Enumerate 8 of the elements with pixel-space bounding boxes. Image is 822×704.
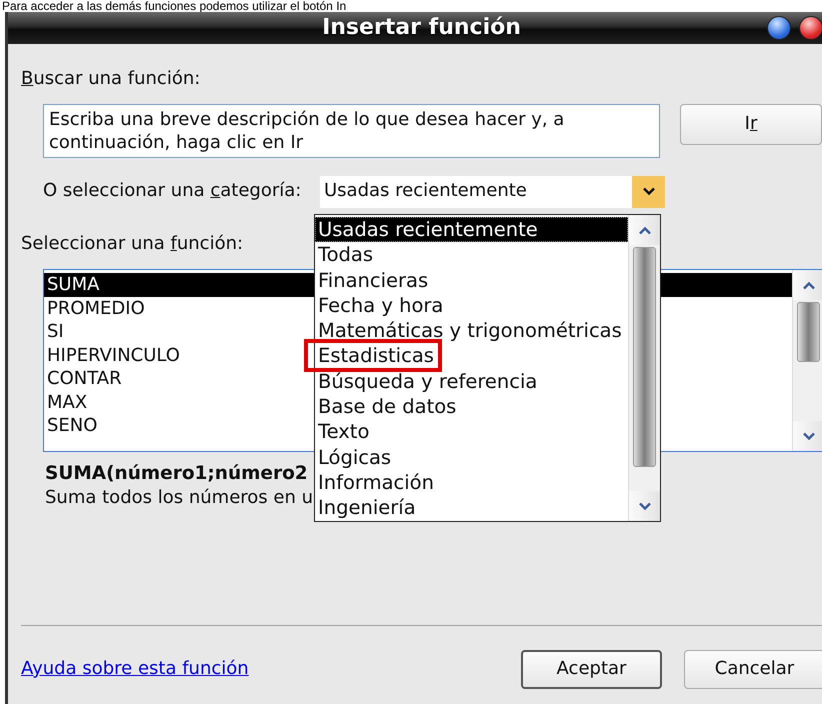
function-signature: SUMA(número1;número2 [45,462,308,486]
category-label: O seleccionar una categoría: [43,180,302,203]
function-description: Suma todos los números en u [45,487,313,510]
dropdown-value: Usadas recientemente [323,180,528,203]
caption-text: Para acceder a las demás funciones podemos utilizar el botón In [1,0,348,12]
function-list-label: Seleccionar una función: [21,232,244,255]
search-label: Buscar una función: [21,68,200,90]
window-title: Insertar función [322,14,521,42]
